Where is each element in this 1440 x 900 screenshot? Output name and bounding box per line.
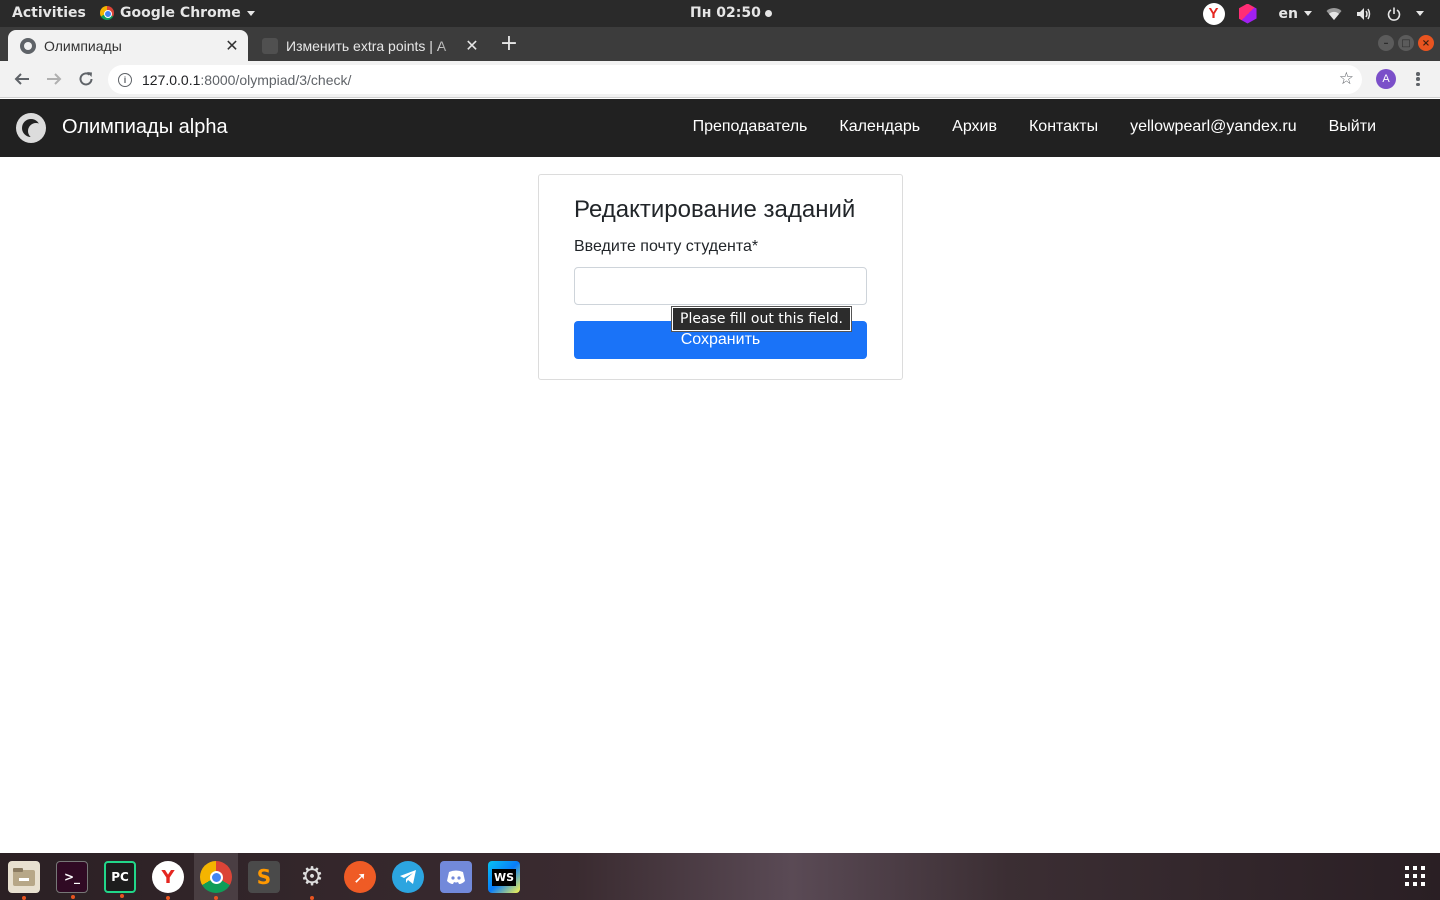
chevron-down-icon [246,10,255,16]
profile-avatar[interactable]: A [1376,69,1396,89]
power-icon[interactable] [1386,6,1402,22]
settings-icon[interactable]: ⚙ [296,861,328,900]
nav-links: Преподаватель Календарь Архив Контакты y… [693,118,1376,136]
url-path: :8000/olympiad/3/check/ [200,71,352,88]
minimize-button[interactable]: – [1378,35,1394,51]
bookmark-star-icon[interactable]: ☆ [1339,70,1354,88]
nav-calendar[interactable]: Календарь [839,118,920,136]
language-label: en [1278,5,1298,22]
reload-button[interactable] [74,67,98,91]
chevron-down-icon [1304,11,1312,16]
browser-menu-icon[interactable] [1412,69,1424,89]
nav-logout[interactable]: Выйти [1329,118,1376,136]
reload-icon [79,72,93,86]
webstorm-icon[interactable]: WS [488,861,520,893]
nav-teacher[interactable]: Преподаватель [693,118,808,136]
clock[interactable]: Пн 02:50 [690,5,772,21]
page-title: Редактирование заданий [574,196,856,223]
tab-extra-points[interactable]: Изменить extra points | А ✕ [250,30,488,61]
brand-logo-icon[interactable] [16,113,46,143]
validation-tooltip: Please fill out this field. [671,306,852,332]
terminal-icon[interactable]: >_ [56,861,88,899]
show-applications-icon[interactable] [1405,866,1425,886]
yandex-tray-icon[interactable]: Y [1202,2,1225,25]
forward-button[interactable] [42,67,66,91]
edit-tasks-card: Редактирование заданий Введите почту сту… [538,174,903,380]
tab-title: Олимпиады [44,37,122,54]
arrow-right-icon [47,73,62,85]
system-tray: Y en [1202,2,1424,25]
tab-title: Изменить extra points | А [286,37,447,54]
new-tab-button[interactable]: + [498,31,520,56]
close-icon[interactable]: ✕ [462,36,482,56]
close-window-button[interactable]: × [1418,35,1434,51]
chevron-down-icon[interactable] [1416,11,1424,16]
app-menu-label: Google Chrome [120,5,241,21]
telegram-icon[interactable] [392,861,424,893]
tab-olympiads[interactable]: Олимпиады ✕ [8,30,248,61]
site-navbar: Олимпиады alpha Преподаватель Календарь … [0,99,1440,157]
discord-icon[interactable] [440,861,472,893]
yandex-browser-icon[interactable]: Y [152,861,184,900]
chrome-icon [100,6,114,20]
nav-contacts[interactable]: Контакты [1029,118,1098,136]
close-icon[interactable]: ✕ [222,36,242,56]
jetbrains-toolbox-icon[interactable] [1238,3,1257,24]
app-menu[interactable]: Google Chrome [100,5,255,21]
pycharm-icon[interactable]: PC [104,861,136,898]
volume-icon[interactable] [1356,6,1372,22]
window-controls: – □ × [1378,35,1434,51]
activities-button[interactable]: Activities [12,5,86,21]
language-switcher[interactable]: en [1279,6,1312,22]
system-top-bar: Activities Google Chrome Пн 02:50 Y en [0,0,1440,27]
notification-dot-icon [764,9,772,17]
nav-user-email[interactable]: yellowpearl@yandex.ru [1130,118,1297,136]
arrow-left-icon [14,73,29,85]
student-email-input[interactable] [574,267,867,305]
postman-icon[interactable]: ➚ [344,861,376,893]
email-label: Введите почту студента* [574,238,759,255]
maximize-button[interactable]: □ [1398,35,1414,51]
tab-strip: Олимпиады ✕ Изменить extra points | А ✕ … [0,27,1440,61]
browser-toolbar: i 127.0.0.1:8000/olympiad/3/check/ ☆ A [0,61,1440,98]
sublime-text-icon[interactable]: S [248,861,280,893]
address-bar[interactable]: i 127.0.0.1:8000/olympiad/3/check/ ☆ [108,65,1362,94]
info-icon[interactable]: i [118,72,132,87]
back-button[interactable] [10,67,34,91]
brand-name[interactable]: Олимпиады alpha [62,116,228,139]
favicon-icon [262,37,278,54]
nav-archive[interactable]: Архив [952,118,997,136]
url-host: 127.0.0.1 [142,71,201,88]
globe-icon [20,37,36,54]
wifi-icon[interactable] [1326,6,1342,22]
chrome-icon[interactable] [200,861,232,900]
clock-label: Пн 02:50 [690,5,761,21]
files-icon[interactable] [8,861,40,900]
